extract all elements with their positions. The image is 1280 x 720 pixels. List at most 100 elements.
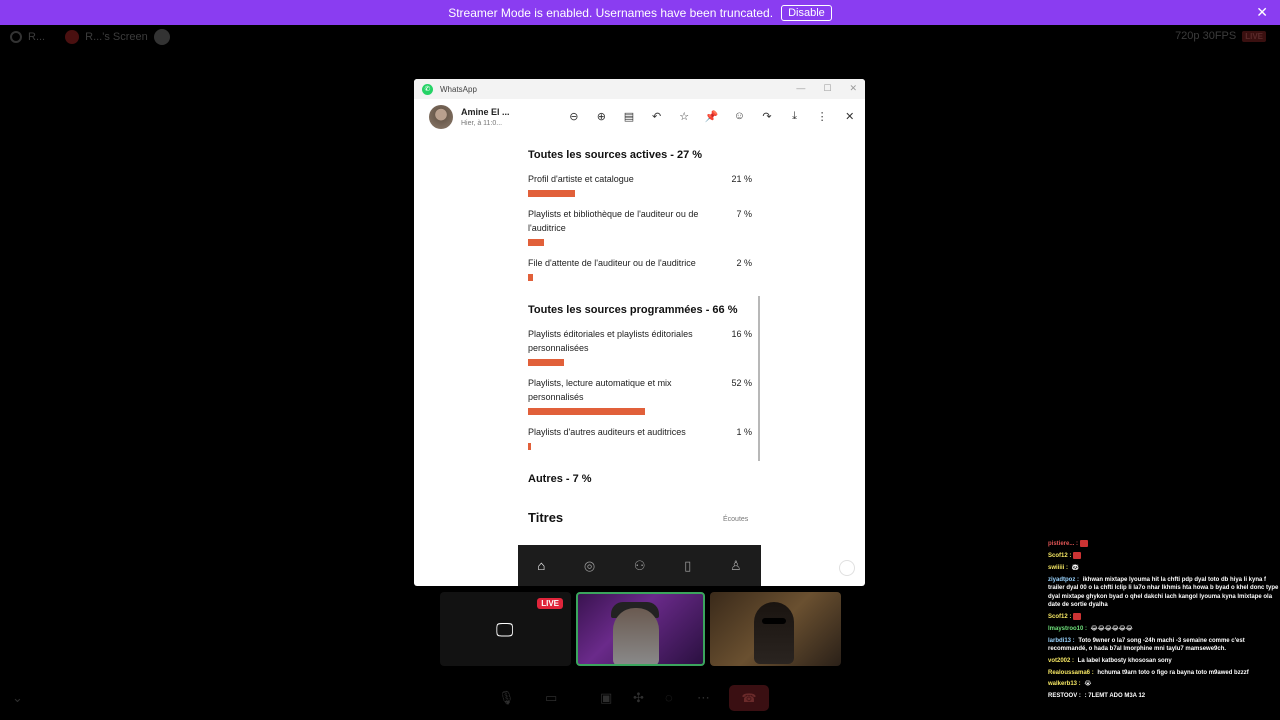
chat-message: ziyadtpoz : ikhwan mixtape lyouma hit la…: [1044, 576, 1280, 610]
chat-text: 😂😂😂😂😂😂: [1089, 625, 1133, 632]
streams-column-label: Écoutes: [723, 516, 749, 523]
star-icon[interactable]: ☆: [670, 110, 698, 123]
app-bottom-nav: ⌂ ◎ ⚇ ▯ ♙: [518, 545, 761, 586]
window-titlebar: ✆ WhatsApp — ☐ ✕: [414, 79, 865, 99]
more-options-icon[interactable]: ⋯: [697, 690, 710, 706]
music-icon: ◎: [583, 557, 596, 573]
participant-video-tile[interactable]: [576, 592, 705, 666]
stat-bar: [528, 443, 531, 450]
stat-percent: 2 %: [736, 258, 752, 268]
participant-figure: [613, 608, 659, 664]
chat-username[interactable]: Scof12 :: [1048, 614, 1071, 620]
topbar-left: R... R...'s Screen: [10, 29, 170, 45]
pin-icon[interactable]: 📌: [698, 110, 726, 123]
campaign-icon: ▯: [684, 557, 692, 573]
chat-text: Toto 9wner o la7 song -24h machi -3 sema…: [1048, 637, 1245, 653]
stream-topbar: R... R...'s Screen 720p 30FPS LIVE: [0, 25, 1280, 49]
topbar-left-label: R...: [28, 31, 46, 43]
chat-message: larbdi13 : Toto 9wner o la7 song -24h ma…: [1044, 637, 1280, 654]
chevron-down-icon[interactable]: ⌄: [12, 690, 23, 706]
stat-label: Playlists, lecture automatique et mix pe…: [528, 378, 672, 402]
soundboard-icon[interactable]: ◌: [665, 690, 673, 705]
quality-label: 720p 30FPS: [1175, 30, 1237, 42]
stat-percent: 1 %: [736, 427, 752, 437]
screen-share-icon: 🖵: [496, 620, 514, 640]
stat-percent: 16 %: [731, 329, 752, 339]
screen-share-tile[interactable]: 🖵 LIVE: [440, 592, 571, 666]
server-icon[interactable]: [10, 31, 22, 43]
forward-icon[interactable]: ↷: [753, 110, 781, 123]
chat-username[interactable]: pistiere... :: [1048, 541, 1078, 547]
emoji-icon[interactable]: ☺: [726, 110, 754, 123]
home-icon: ⌂: [537, 558, 546, 573]
disable-button[interactable]: Disable: [781, 4, 832, 21]
chat-message: swiiiii : 🐼: [1044, 564, 1280, 573]
disconnect-button[interactable]: ☎: [729, 685, 769, 711]
stat-row: Playlists, lecture automatique et mix pe…: [528, 377, 752, 404]
call-controls: ⌄ 🎙 ▭ ▣ ✣ ◌ ⋯ ☎: [0, 684, 1040, 712]
banner-message: Streamer Mode is enabled. Usernames have…: [448, 5, 774, 20]
share-screen-icon[interactable]: ▣: [600, 690, 612, 706]
image-scrollbar[interactable]: [758, 296, 760, 461]
chat-username[interactable]: larbdi13 :: [1048, 638, 1075, 644]
chat-message: walkerb13 : 😭: [1044, 680, 1280, 689]
chat-message: Realoussama6 : hchuma t9arn toto o figo …: [1044, 669, 1280, 678]
chat-emote-icon: [1073, 612, 1082, 620]
window-close-button[interactable]: ✕: [849, 83, 857, 94]
chat-username[interactable]: ziyadtpoz :: [1048, 577, 1079, 583]
chat-username[interactable]: RESTOOV :: [1048, 693, 1081, 699]
viewer-corner-button[interactable]: [839, 560, 855, 576]
active-sources-title: Toutes les sources actives - 27 %: [528, 149, 703, 161]
microphone-icon[interactable]: 🎙: [498, 690, 515, 706]
chat-username[interactable]: walkerb13 :: [1048, 681, 1081, 687]
banner-close-icon[interactable]: ✕: [1256, 4, 1268, 21]
audience-icon: ⚇: [633, 557, 646, 573]
chat-emote-icon: [1073, 551, 1082, 559]
streamer-mode-banner: Streamer Mode is enabled. Usernames have…: [0, 0, 1280, 25]
chat-username[interactable]: Realoussama6 :: [1048, 670, 1094, 676]
chat-message: vot2002 : La label katbosty khososan son…: [1044, 657, 1280, 666]
stream-icon: [65, 30, 80, 44]
discord-stream-view: Streamer Mode is enabled. Usernames have…: [0, 0, 1280, 720]
chat-username[interactable]: Scof12 :: [1048, 553, 1071, 559]
minimize-button[interactable]: —: [796, 83, 805, 94]
chat-text: 😭: [1082, 681, 1092, 688]
activities-icon[interactable]: ✣: [633, 690, 644, 706]
stat-row: Profil d'artiste et catalogue 21 %: [528, 173, 752, 187]
stat-percent: 52 %: [731, 378, 752, 388]
chat-text: 🐼: [1070, 564, 1080, 571]
live-badge: LIVE: [537, 598, 563, 609]
stat-row: Playlists et bibliothèque de l'auditeur …: [528, 208, 752, 235]
app-title: WhatsApp: [440, 84, 477, 94]
message-icon[interactable]: ▤: [615, 110, 643, 123]
stat-bar: [528, 359, 564, 366]
stat-row: Playlists d'autres auditeurs et auditric…: [528, 426, 752, 440]
download-icon[interactable]: ⤓: [781, 110, 809, 123]
chat-username[interactable]: vot2002 :: [1048, 658, 1074, 664]
reply-icon[interactable]: ↶: [643, 110, 671, 123]
maximize-button[interactable]: ☐: [823, 83, 831, 94]
chat-text: ikhwan mixtape lyouma hit la chfti pdp d…: [1048, 576, 1279, 609]
screen-label: R...'s Screen: [85, 31, 148, 43]
live-badge-small: LIVE: [1242, 30, 1266, 42]
participant-glasses: [762, 618, 786, 624]
chat-username[interactable]: lmaystroo10 :: [1048, 626, 1087, 632]
chat-username[interactable]: swiiiii :: [1048, 565, 1068, 571]
contact-avatar[interactable]: [429, 105, 453, 129]
topbar-right: 720p 30FPS LIVE: [1175, 30, 1266, 42]
stat-bar: [528, 190, 576, 197]
more-icon[interactable]: ⋮: [808, 110, 836, 123]
chat-overlay: pistiere... : Scof12 : swiiiii : 🐼 ziyadtpo…: [1044, 540, 1280, 704]
viewer-toolbar: ⊖ ⊕ ▤ ↶ ☆ 📌 ☺ ↷ ⤓ ⋮ ✕: [560, 110, 864, 123]
participant-video-tile[interactable]: [710, 592, 841, 666]
profile-icon: ♙: [729, 557, 742, 573]
chat-message: lmaystroo10 : 😂😂😂😂😂😂: [1044, 625, 1280, 634]
zoom-in-icon[interactable]: ⊕: [588, 110, 616, 123]
zoom-out-icon[interactable]: ⊖: [560, 110, 588, 123]
avatar: [153, 29, 170, 45]
chat-emote-icon: [1080, 540, 1089, 547]
stat-label: File d'attente de l'auditeur ou de l'aud…: [528, 258, 696, 268]
close-icon[interactable]: ✕: [836, 110, 864, 123]
chat-text: La label katbosty khososan sony: [1076, 657, 1172, 664]
camera-icon[interactable]: ▭: [545, 690, 557, 706]
